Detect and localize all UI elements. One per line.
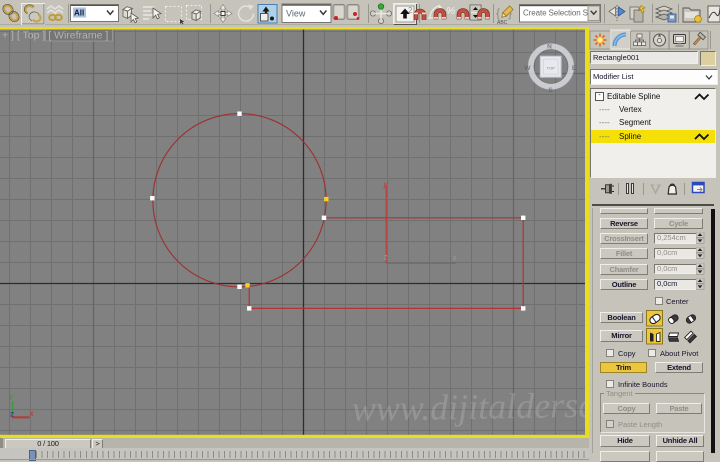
svg-text:%: % [446,5,455,17]
svg-text:z: z [10,410,14,419]
svg-text:View: View [286,9,306,19]
svg-text:W: W [524,65,531,72]
svg-text:TOP: TOP [547,66,555,71]
svg-text:N: N [547,44,552,51]
svg-text:y: y [9,392,13,401]
svg-text:www.dijitaldersaneleri: www.dijitaldersaneleri [351,383,589,429]
svg-text:All: All [74,9,84,18]
svg-text:Create Selection Se: Create Selection Se [523,9,593,18]
svg-text:{: { [496,6,500,20]
svg-text:+ ] [ Top ] [ Wireframe ]: + ] [ Top ] [ Wireframe ] [2,30,108,42]
svg-text:2: 2 [408,6,413,15]
svg-text:x: x [30,409,34,418]
svg-text:z: z [384,253,388,262]
svg-text:E: E [572,65,577,72]
svg-text:x: x [453,254,457,263]
svg-text:S: S [548,87,553,94]
